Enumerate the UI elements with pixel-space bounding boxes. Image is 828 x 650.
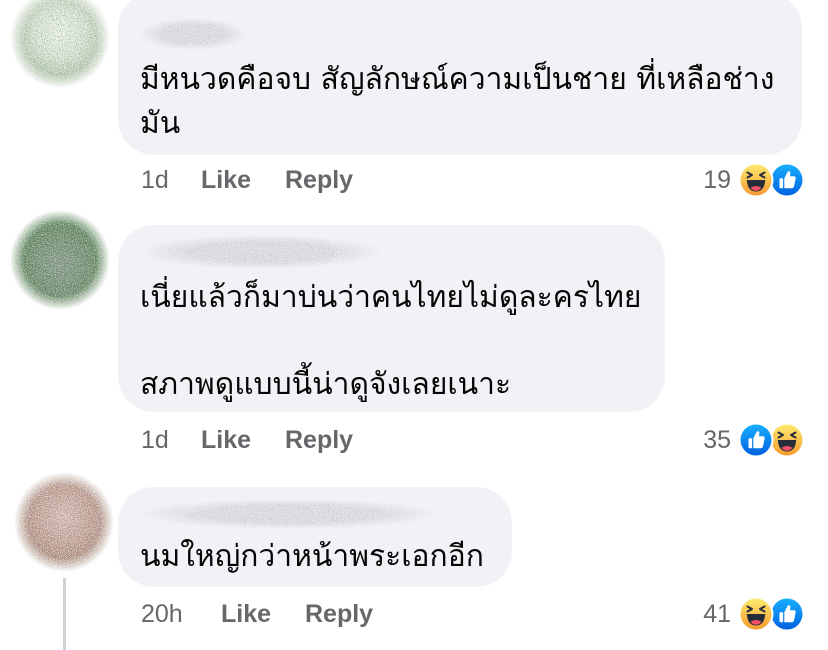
like-icon (738, 422, 774, 458)
comment-timestamp[interactable]: 1d (141, 165, 169, 195)
comment-bubble: เนี่ยแล้วก็มาบ่นว่าคนไทยไม่ดูละครไทย สภา… (118, 225, 665, 412)
reply-button[interactable]: Reply (285, 165, 353, 195)
reaction-count[interactable]: 35 (703, 425, 731, 455)
haha-icon (738, 162, 774, 198)
like-icon (769, 596, 805, 632)
reply-button[interactable]: Reply (285, 425, 353, 455)
like-button[interactable]: Like (221, 599, 271, 629)
reaction-count[interactable]: 41 (703, 599, 731, 629)
comment-text-line: สภาพดูแบบนี้น่าดูจังเลยเนาะ (140, 367, 512, 402)
comment-timestamp[interactable]: 1d (141, 425, 169, 455)
comment-text-line: มีหนวดคือจบ สัญลักษณ์ความเป็นชาย ที่เหลื… (140, 62, 775, 97)
comment-bubble: มีหนวดคือจบ สัญลักษณ์ความเป็นชาย ที่เหลื… (118, 0, 802, 155)
comment-text-line: เนี่ยแล้วก็มาบ่นว่าคนไทยไม่ดูละครไทย (140, 280, 642, 315)
reaction-summary[interactable] (738, 422, 806, 458)
comment-text-line: มัน (140, 106, 181, 141)
comment-text-line: นมใหญ่กว่าหน้าพระเอกอีก (140, 539, 484, 574)
reaction-count[interactable]: 19 (703, 165, 731, 195)
reply-thread-line (63, 578, 66, 650)
reply-button[interactable]: Reply (305, 599, 373, 629)
commenter-avatar[interactable] (14, 472, 114, 572)
comment-timestamp[interactable]: 20h (141, 599, 183, 629)
comment-bubble: นมใหญ่กว่าหน้าพระเอกอีก (118, 487, 512, 587)
like-icon (769, 162, 805, 198)
like-button[interactable]: Like (201, 425, 251, 455)
haha-icon (738, 596, 774, 632)
commenter-name-blurred[interactable] (140, 499, 440, 529)
reaction-summary[interactable] (738, 596, 806, 632)
commenter-avatar[interactable] (10, 0, 110, 88)
commenter-name-blurred[interactable] (140, 235, 382, 269)
haha-icon (769, 422, 805, 458)
commenter-name-blurred[interactable] (140, 18, 246, 50)
commenter-avatar[interactable] (10, 210, 110, 310)
like-button[interactable]: Like (201, 165, 251, 195)
reaction-summary[interactable] (738, 162, 806, 198)
